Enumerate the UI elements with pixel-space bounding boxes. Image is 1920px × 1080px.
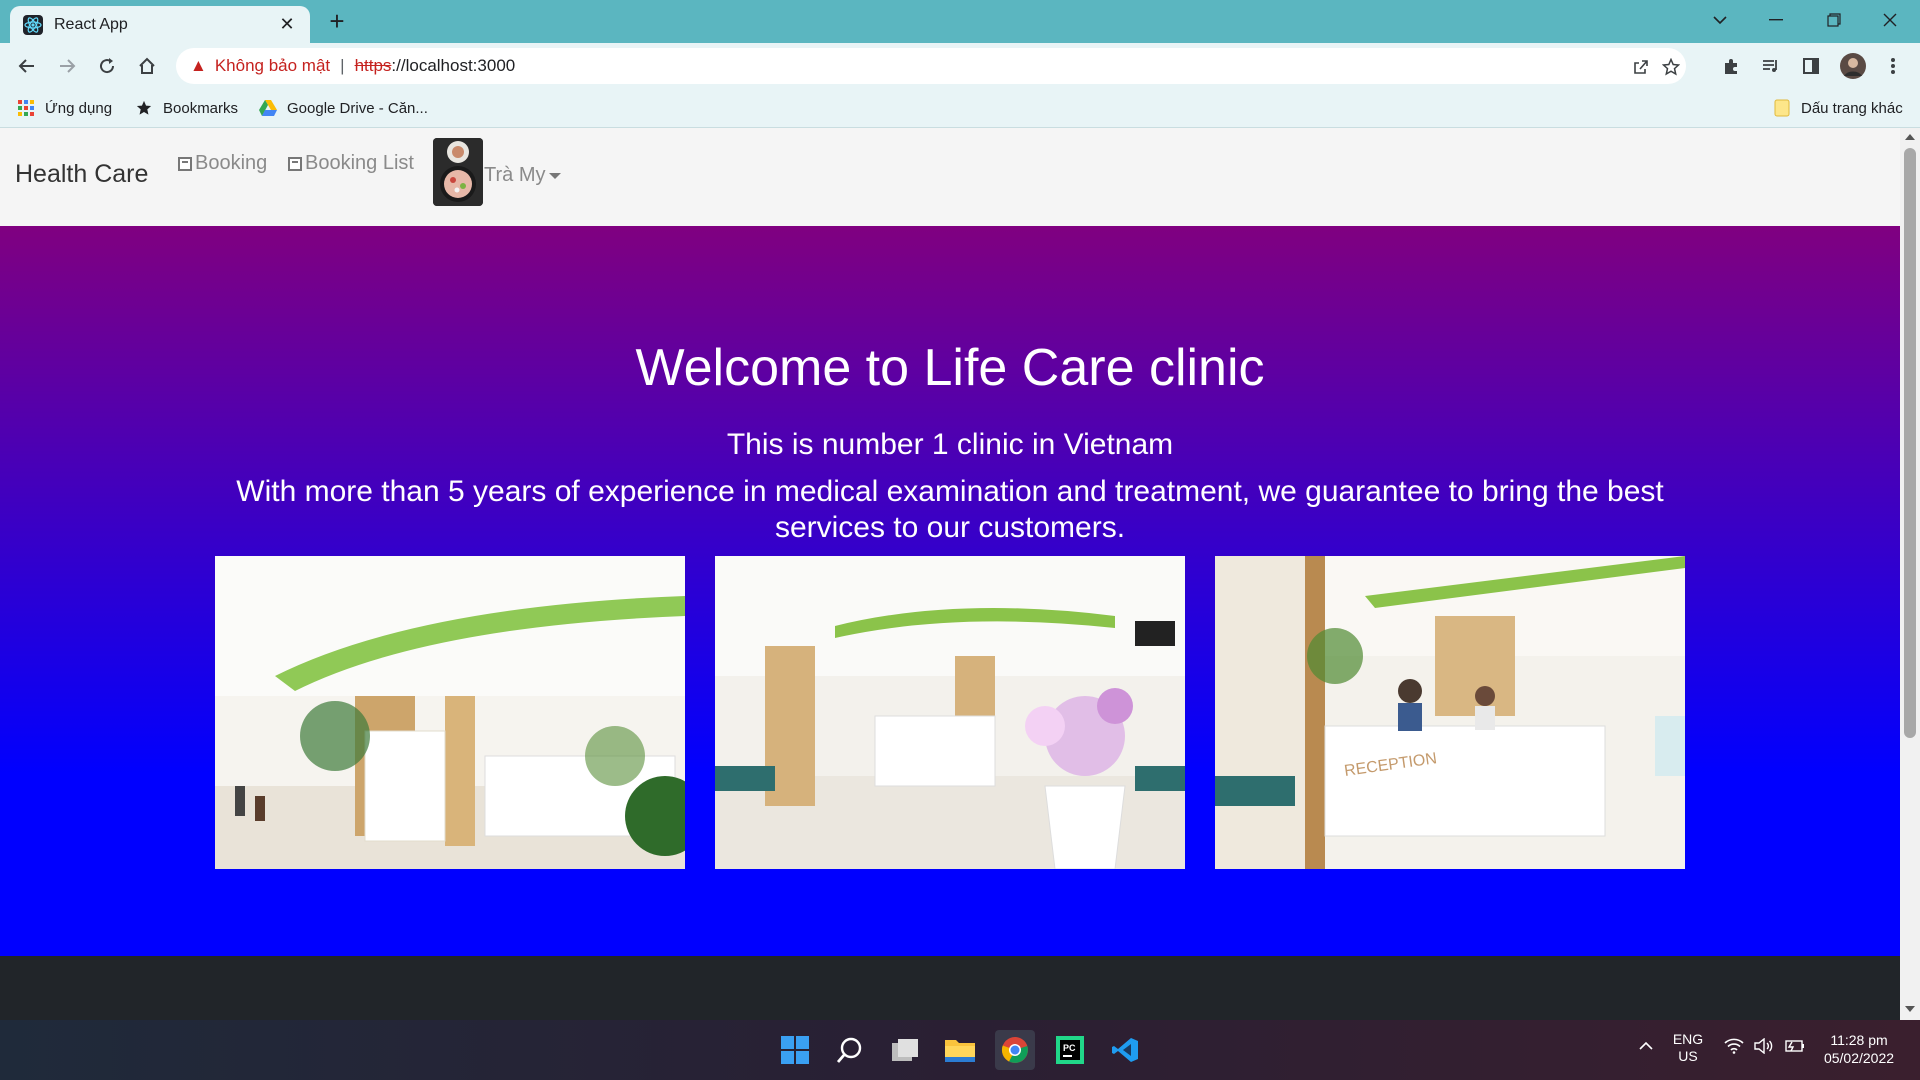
media-control-icon[interactable] <box>1754 49 1788 83</box>
scroll-down-icon[interactable] <box>1905 1006 1915 1012</box>
nav-link-booking[interactable]: Booking <box>178 152 267 175</box>
share-icon[interactable] <box>1630 56 1652 78</box>
security-label: Không bảo mật <box>214 56 331 75</box>
restore-button[interactable] <box>1806 0 1862 40</box>
url-host: ://localhost:3000 <box>391 56 516 75</box>
list-icon <box>178 156 192 171</box>
hero-section: Welcome to Life Care clinic This is numb… <box>0 226 1900 956</box>
clock[interactable]: 11:28 pm 05/02/2022 <box>1814 1031 1904 1067</box>
clinic-lobby-photo <box>215 556 685 869</box>
address-bar[interactable]: ▲ Không bảo mật | https ://localhost:300… <box>176 48 1686 84</box>
language-code: ENG <box>1672 1031 1704 1047</box>
bookmark-drive-label: Google Drive - Căn... <box>287 99 428 117</box>
bookmark-bookmarks[interactable]: Bookmarks <box>134 96 238 120</box>
bookmarks-bar: Ứng dụng Bookmarks Google Drive - Căn...… <box>0 88 1920 128</box>
language-indicator[interactable]: ENG US <box>1670 1031 1706 1065</box>
svg-text:PC: PC <box>1063 1043 1076 1053</box>
google-drive-icon <box>258 98 278 118</box>
url-scheme: https <box>354 56 392 75</box>
extensions-icon[interactable] <box>1714 49 1748 83</box>
scroll-thumb[interactable] <box>1904 148 1916 738</box>
windows-start-icon[interactable] <box>775 1030 815 1070</box>
page-scrollbar[interactable] <box>1900 128 1920 1020</box>
user-avatar[interactable] <box>433 138 483 206</box>
reload-icon[interactable] <box>90 49 124 83</box>
navbar-brand[interactable]: Health Care <box>15 160 148 189</box>
scroll-up-icon[interactable] <box>1905 134 1915 140</box>
warning-icon: ▲ <box>190 56 207 75</box>
url-separator: | <box>340 56 345 75</box>
hero-subtitle: This is number 1 clinic in Vietnam <box>726 428 1174 461</box>
chrome-icon[interactable] <box>995 1030 1035 1070</box>
close-window-button[interactable] <box>1862 0 1918 40</box>
list-icon <box>288 156 302 171</box>
task-view-icon[interactable] <box>885 1030 925 1070</box>
tab-search-icon[interactable] <box>1692 0 1748 40</box>
nav-link-booking-list-label: Booking List <box>305 152 414 174</box>
tab-title: React App <box>54 15 128 33</box>
site-navbar: Health Care Booking Booking List Trà My <box>0 128 1900 226</box>
nav-link-booking-list[interactable]: Booking List <box>288 152 414 175</box>
screen: React App ✕ + ▲ Không bảo mật | https:/… <box>0 0 1920 1080</box>
folder-icon <box>1772 98 1792 118</box>
nav-link-booking-label: Booking <box>195 152 268 174</box>
react-icon <box>22 14 44 36</box>
close-tab-icon[interactable]: ✕ <box>276 14 298 35</box>
clock-date: 05/02/2022 <box>1823 1050 1895 1066</box>
tray-chevron-icon[interactable] <box>1636 1038 1656 1054</box>
user-dropdown[interactable]: Trà My <box>484 164 562 187</box>
bookmark-other-label: Dấu trang khác <box>1801 99 1903 117</box>
language-region: US <box>1678 1048 1698 1064</box>
forward-icon[interactable] <box>50 49 84 83</box>
volume-icon[interactable] <box>1752 1037 1776 1057</box>
pycharm-icon[interactable]: PC <box>1050 1030 1090 1070</box>
bookmark-other[interactable]: Dấu trang khác <box>1772 96 1903 120</box>
caret-down-icon <box>549 172 562 179</box>
clinic-reception-photo: RECEPTION <box>1215 556 1685 869</box>
vscode-icon[interactable] <box>1105 1030 1145 1070</box>
new-tab-button[interactable]: + <box>322 6 352 36</box>
apps-grid-icon <box>16 98 36 118</box>
web-page: Health Care Booking Booking List Trà My <box>0 128 1900 1020</box>
browser-toolbar: ▲ Không bảo mật | https ://localhost:300… <box>0 43 1920 88</box>
side-panel-icon[interactable] <box>1794 49 1828 83</box>
tab-strip: React App ✕ + <box>0 0 1920 43</box>
user-name: Trà My <box>484 164 546 186</box>
home-icon[interactable] <box>130 49 164 83</box>
bookmark-apps[interactable]: Ứng dụng <box>16 96 112 120</box>
minimize-button[interactable] <box>1748 0 1804 40</box>
menu-dots-icon[interactable] <box>1876 49 1910 83</box>
clock-time: 11:28 pm <box>1830 1032 1888 1048</box>
hero-description: With more than 5 years of experience in … <box>236 475 1664 544</box>
wifi-icon[interactable] <box>1722 1038 1746 1057</box>
battery-icon[interactable] <box>1782 1038 1806 1057</box>
bookmark-bookmarks-label: Bookmarks <box>163 99 239 117</box>
bookmark-drive[interactable]: Google Drive - Căn... <box>258 96 428 120</box>
file-explorer-icon[interactable] <box>940 1030 980 1070</box>
windows-taskbar: PC ENG US 11:28 pm 05/02/2022 <box>0 1020 1920 1080</box>
browser-tab[interactable]: React App ✕ <box>10 6 310 43</box>
profile-avatar-icon[interactable] <box>1836 49 1870 83</box>
clinic-hallway-photo <box>715 556 1185 869</box>
bookmark-star-icon[interactable] <box>1660 56 1682 78</box>
star-icon <box>134 98 154 118</box>
hero-title: Welcome to Life Care clinic <box>635 339 1265 397</box>
bookmark-apps-label: Ứng dụng <box>45 99 113 117</box>
search-icon[interactable] <box>830 1030 870 1070</box>
back-icon[interactable] <box>10 49 44 83</box>
